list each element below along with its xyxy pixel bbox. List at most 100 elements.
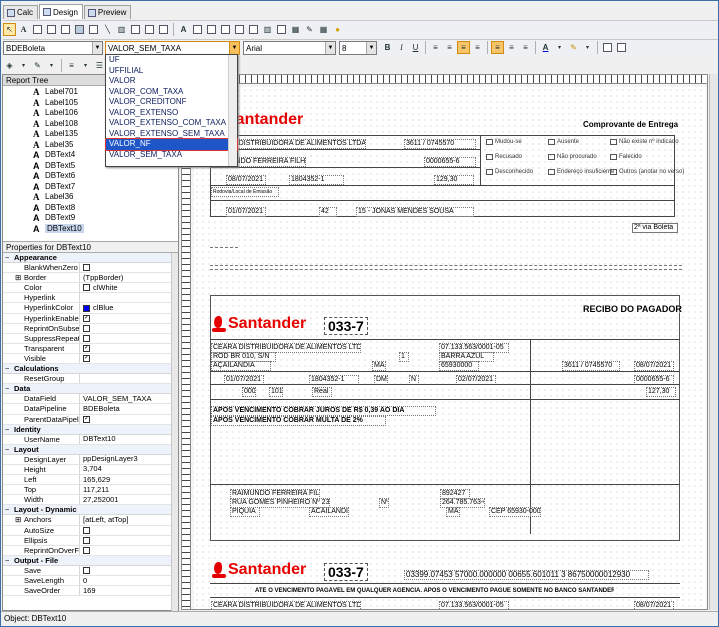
property-checkbox[interactable] — [83, 566, 90, 574]
property-value[interactable]: clBlue — [93, 303, 113, 312]
motivo-checkbox[interactable]: Não procurado — [548, 154, 597, 160]
property-value[interactable]: 0 — [83, 576, 87, 585]
property-row[interactable]: DataField VALOR_SEM_TAXA — [3, 394, 171, 405]
datafield-option[interactable]: VALOR_COM_TAXA — [106, 87, 237, 98]
valign-bottom-icon[interactable]: ≡ — [519, 41, 532, 54]
valor-field[interactable]: 129,30 — [434, 175, 474, 185]
property-checkbox[interactable] — [83, 334, 90, 342]
tree-item[interactable]: A DBText6 — [3, 171, 178, 182]
line-style-icon[interactable]: ≡ — [65, 59, 78, 72]
datafield-option[interactable]: VALOR_EXTENSO_SEM_TAXA — [106, 129, 237, 140]
company-field-3[interactable]: CEARA DISTRIBUIDORA DE ALIMENTOS LTDA — [211, 601, 361, 609]
property-row[interactable]: ⊞ Border (TppBorder) — [3, 273, 171, 284]
property-row[interactable]: ParentDataPipelin ✓ — [3, 414, 171, 425]
property-value[interactable]: 27,252001 — [83, 495, 118, 504]
tab-design[interactable]: Design — [39, 4, 83, 19]
align-left-icon[interactable]: ≡ — [429, 41, 442, 54]
bank-code-recibo[interactable]: 033-7 — [324, 317, 368, 335]
property-category[interactable]: Layout — [3, 444, 171, 455]
bold-button[interactable]: B — [381, 41, 394, 54]
dropdown-arrow-icon[interactable]: ▾ — [45, 59, 58, 72]
tree-item[interactable]: A DBText8 — [3, 203, 178, 214]
valign-top-icon[interactable]: ≡ — [491, 41, 504, 54]
property-category[interactable]: Appearance — [3, 253, 171, 263]
font-size-combo[interactable]: 8 ▼ — [339, 41, 377, 55]
property-row[interactable]: ReprintOnSubsequ — [3, 323, 171, 334]
payer-uf-field[interactable]: MA — [446, 507, 460, 517]
datafield-combo[interactable]: VALOR_SEM_TAXA ▼ — [105, 41, 240, 55]
property-category[interactable]: Calculations — [3, 364, 171, 374]
due-date-field[interactable]: 08/07/2021 — [226, 175, 266, 185]
motivo-checkbox[interactable]: Mudou-se — [486, 139, 522, 145]
due-date-field-3[interactable]: 08/07/2021 — [634, 601, 674, 609]
motivo-checkbox[interactable]: Ausente — [548, 139, 579, 145]
tree-item[interactable]: A DBText7 — [3, 182, 178, 193]
line-color-icon[interactable]: ✎ — [31, 59, 44, 72]
expand-icon[interactable]: ⊞ — [15, 273, 21, 282]
property-checkbox[interactable] — [83, 324, 90, 332]
label-tool-icon[interactable]: A — [17, 23, 30, 36]
chevron-down-icon[interactable]: ▼ — [325, 42, 335, 54]
property-row[interactable]: Visible ✓ — [3, 353, 171, 365]
property-row[interactable]: ResetGroup — [3, 374, 171, 385]
datafield-option[interactable]: VALOR_CREDITONF — [106, 97, 237, 108]
tree-item[interactable]: A DBText10 — [3, 223, 178, 235]
dbbarcode-tool-icon[interactable]: ▥ — [261, 23, 274, 36]
city-field[interactable]: AÇAILANDIA — [211, 361, 271, 371]
tab-preview[interactable]: Preview — [83, 5, 132, 19]
line-tool-icon[interactable]: ╲ — [101, 23, 114, 36]
payer-cep-field[interactable]: CEP 65930-000 — [489, 507, 541, 517]
canvas-scrollbar[interactable] — [709, 74, 718, 610]
valor-field-2[interactable]: 127,30 — [646, 387, 676, 397]
dropdown-arrow-icon[interactable]: ▾ — [581, 41, 594, 54]
chevron-down-icon[interactable]: ▼ — [92, 42, 102, 54]
uf-field[interactable]: MA — [372, 361, 386, 371]
property-row[interactable]: Width 27,252001 — [3, 495, 171, 506]
property-row[interactable]: SaveOrder 169 — [3, 586, 171, 597]
dropdown-arrow-icon[interactable]: ▾ — [553, 41, 566, 54]
property-row[interactable]: ReprintOnOverFlo — [3, 545, 171, 556]
motivo-checkbox[interactable]: Falecido — [610, 154, 642, 160]
carteira-field[interactable]: 000 — [242, 387, 256, 397]
property-row[interactable]: ⊞ Anchors [atLeft, atTop] — [3, 515, 171, 526]
dbtext-tool-icon[interactable]: A — [177, 23, 190, 36]
properties-scrollbar[interactable] — [171, 253, 178, 611]
property-value[interactable]: (TppBorder) — [83, 273, 123, 282]
dropdown-arrow-icon[interactable]: ▾ — [17, 59, 30, 72]
cep-field[interactable]: 65930000 — [439, 361, 479, 371]
region-tool-icon[interactable] — [157, 23, 170, 36]
dbcalc-tool-icon[interactable] — [219, 23, 232, 36]
linha-digitavel-field[interactable]: 03399.07453 57000.000000 00655.601011 3 … — [404, 570, 649, 580]
motivo-checkbox[interactable]: Outros (anotar no verso) — [610, 169, 684, 175]
property-row[interactable]: Transparent ✓ — [3, 343, 171, 354]
property-category[interactable]: Identity — [3, 424, 171, 435]
motivo-checkbox[interactable]: Não existe nº indicado — [610, 139, 679, 145]
property-row[interactable]: HyperlinkColor clBlue — [3, 303, 171, 314]
property-value[interactable]: 3,704 — [83, 465, 102, 474]
bring-front-icon[interactable] — [601, 41, 614, 54]
dbcheckbox-tool-icon[interactable] — [247, 23, 260, 36]
local-pagamento-field[interactable]: ATÉ O VENCIMENTO PAGÁVEL EM QUALQUER AGÊ… — [254, 587, 614, 595]
property-checkbox[interactable]: ✓ — [83, 415, 90, 423]
property-row[interactable]: SaveLength 0 — [3, 576, 171, 587]
property-row[interactable]: Height 3,704 — [3, 464, 171, 476]
tab-calc[interactable]: Calc — [3, 5, 39, 19]
shape-tool-icon[interactable] — [87, 23, 100, 36]
property-checkbox[interactable]: ✓ — [83, 314, 90, 322]
datafield-dropdown-list[interactable]: UF UFFILIAL VALOR VALOR_COM_TAXA VALOR_CREDI… — [105, 54, 238, 167]
datafield-option[interactable]: VALOR_NF — [105, 138, 238, 151]
send-back-icon[interactable] — [615, 41, 628, 54]
datapipeline-combo[interactable]: BDEBoleta ▼ — [3, 41, 103, 55]
property-category[interactable]: Output - File — [3, 555, 171, 566]
chevron-down-icon[interactable]: ▼ — [229, 42, 239, 54]
lightbulb-icon[interactable]: ● — [331, 23, 344, 36]
property-checkbox[interactable] — [83, 526, 90, 534]
property-checkbox[interactable] — [83, 264, 90, 272]
chart-tool-icon[interactable] — [129, 23, 142, 36]
property-checkbox[interactable] — [83, 546, 90, 554]
property-row[interactable]: SuppressRepeatec — [3, 333, 171, 344]
highlight-color-icon[interactable]: ✎ — [567, 41, 580, 54]
street-num-field[interactable]: 1 — [399, 352, 409, 362]
property-row[interactable]: BlankWhenZero — [3, 263, 171, 274]
agency-field[interactable]: 3611 / 0745570 — [404, 139, 476, 149]
